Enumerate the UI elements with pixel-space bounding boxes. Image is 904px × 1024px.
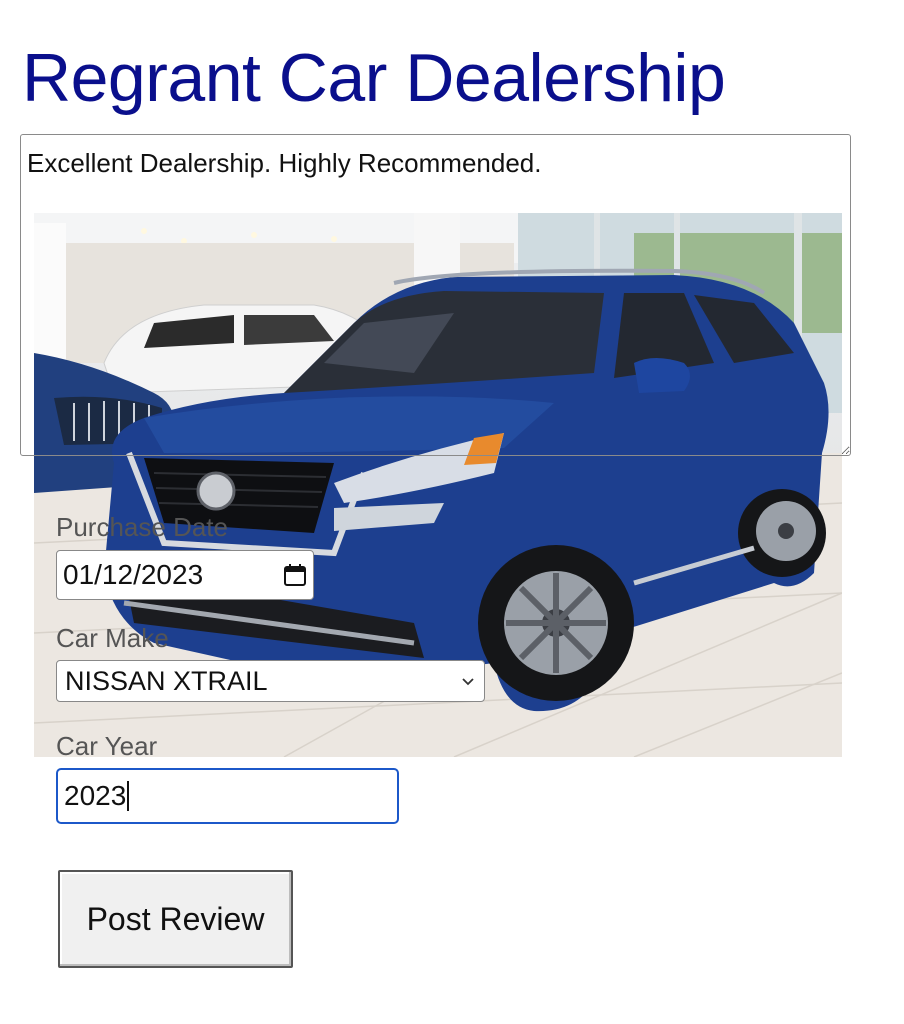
page-title: Regrant Car Dealership xyxy=(22,40,726,116)
car-year-label: Car Year xyxy=(56,731,158,761)
text-caret xyxy=(127,781,129,811)
car-make-label: Car Make xyxy=(56,623,169,653)
purchase-date-input[interactable]: 01/12/2023 xyxy=(56,550,314,600)
post-review-button[interactable]: Post Review xyxy=(58,870,293,968)
purchase-date-value: 01/12/2023 xyxy=(63,559,204,590)
car-year-value: 2023 xyxy=(64,780,127,811)
car-make-value: NISSAN XTRAIL xyxy=(65,665,268,696)
calendar-icon[interactable] xyxy=(283,563,307,587)
car-year-input[interactable]: 2023 xyxy=(56,768,399,824)
car-make-select[interactable]: NISSAN XTRAIL xyxy=(56,660,485,702)
purchase-date-label: Purchase Date xyxy=(56,512,228,542)
chevron-down-icon xyxy=(462,678,474,686)
review-textarea[interactable]: Excellent Dealership. Highly Recommended… xyxy=(20,134,851,456)
